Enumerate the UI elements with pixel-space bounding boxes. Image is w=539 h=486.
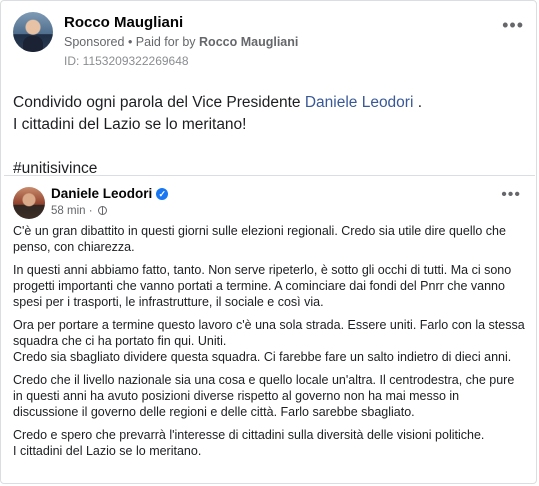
- post-text-span: .: [413, 94, 423, 111]
- post-text-line-1: Condivido ogni parola del Vice President…: [13, 92, 523, 114]
- shared-paragraph: C'è un gran dibattito in questi giorni s…: [13, 224, 506, 254]
- shared-paragraph: Ora per portare a termine questo lavoro …: [13, 318, 525, 364]
- shared-author-avatar[interactable]: [13, 187, 45, 219]
- shared-timestamp-line: 58 min ·: [51, 205, 107, 217]
- more-horizontal-icon[interactable]: •••: [502, 16, 524, 34]
- ad-id: ID: 1153209322269648: [64, 54, 189, 68]
- mention-link[interactable]: Daniele Leodori: [305, 94, 414, 111]
- shared-author-line: Daniele Leodori ✓: [51, 186, 169, 201]
- shared-post-text: C'è un gran dibattito in questi giorni s…: [13, 223, 525, 466]
- post-text-spacer: [13, 136, 523, 158]
- time-separator: ·: [85, 205, 96, 217]
- paid-for-label: Paid for by: [135, 35, 200, 49]
- ad-post-card: Rocco Maugliani Sponsored • Paid for by …: [0, 0, 537, 484]
- shared-more-icon[interactable]: •••: [501, 187, 521, 203]
- globe-icon: [97, 206, 107, 215]
- verified-badge-icon: ✓: [156, 188, 169, 200]
- shared-timestamp[interactable]: 58 min: [51, 205, 86, 217]
- post-text-span: Condivido ogni parola del Vice President…: [13, 94, 305, 111]
- post-text-line-2: I cittadini del Lazio se lo meritano!: [13, 116, 247, 133]
- separator-dot: •: [124, 35, 136, 49]
- shared-post: Daniele Leodori ✓ 58 min · ••• C'è un gra…: [4, 175, 535, 481]
- post-header: Rocco Maugliani Sponsored • Paid for by …: [13, 12, 528, 68]
- post-text: Condivido ogni parola del Vice President…: [13, 92, 523, 180]
- sponsored-label: Sponsored: [64, 35, 125, 49]
- shared-paragraph: Credo e spero che prevarrà l'interesse d…: [13, 428, 485, 458]
- shared-paragraph: In questi anni abbiamo fatto, tanto. Non…: [13, 263, 512, 309]
- paid-for-name: Rocco Maugliani: [199, 35, 299, 49]
- author-avatar[interactable]: [13, 12, 53, 52]
- shared-author-name[interactable]: Daniele Leodori: [51, 186, 152, 201]
- author-name[interactable]: Rocco Maugliani: [64, 14, 183, 31]
- shared-paragraph: Credo che il livello nazionale sia una c…: [13, 373, 515, 419]
- sponsored-line: Sponsored • Paid for by Rocco Maugliani: [64, 35, 298, 49]
